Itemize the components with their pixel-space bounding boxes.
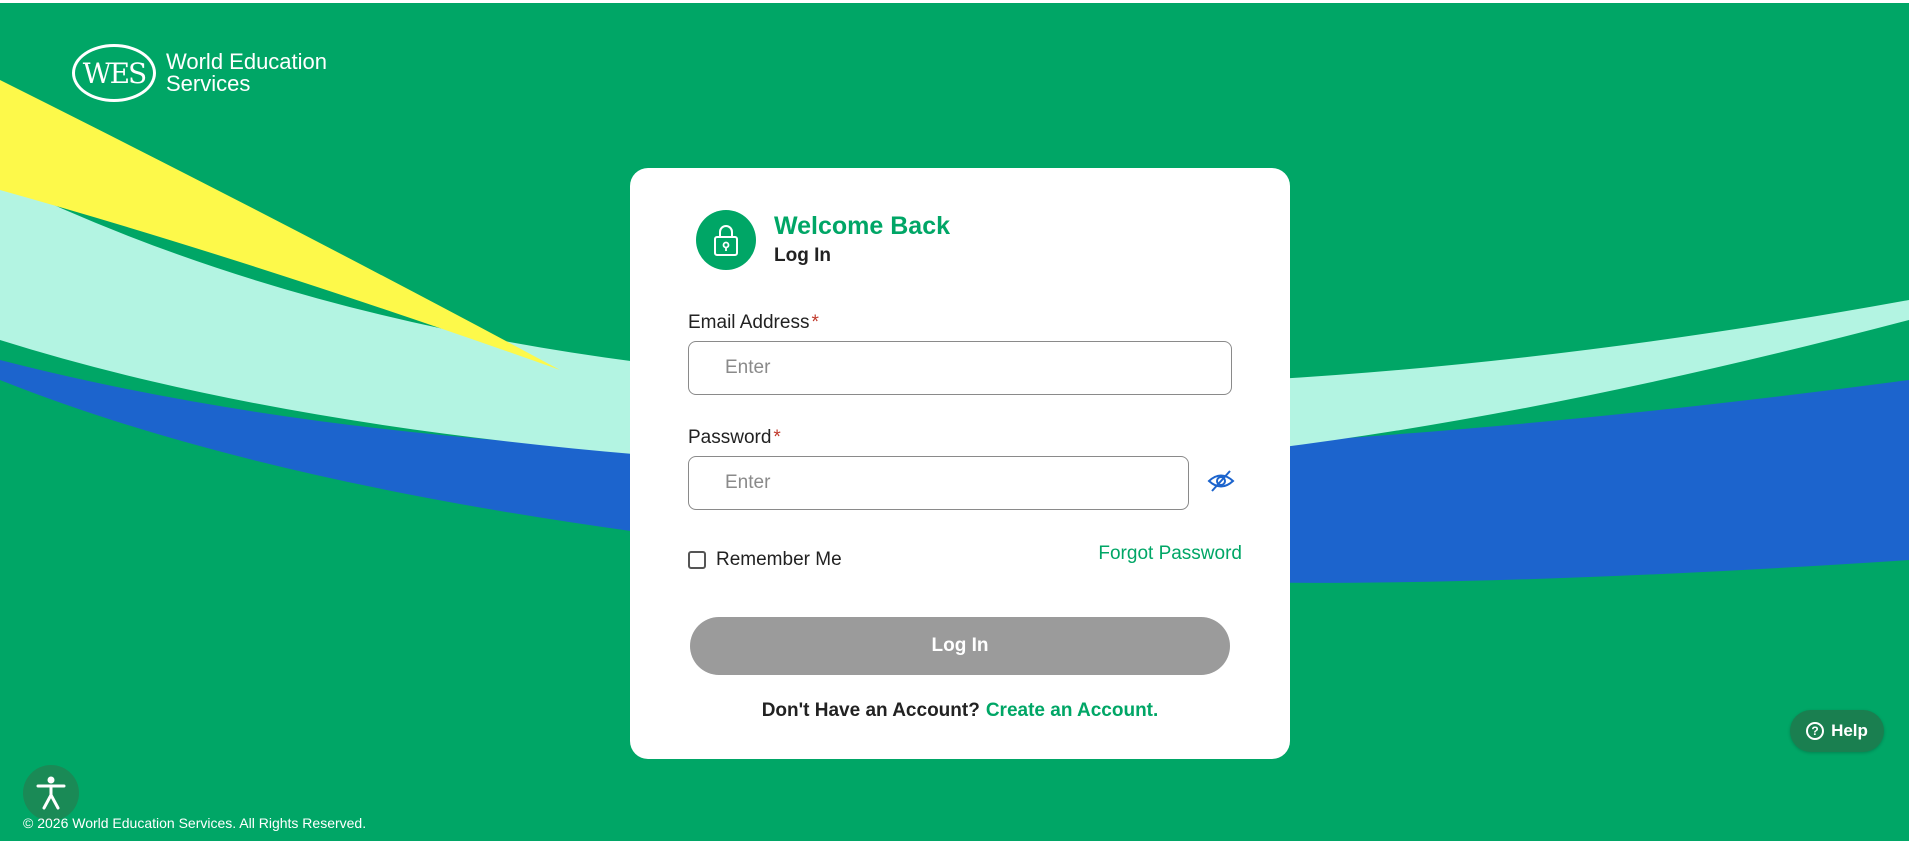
email-required-mark: * [811,312,819,333]
accessibility-icon [36,776,66,810]
accessibility-button[interactable] [23,765,79,821]
wes-logo-mark: WES [72,44,156,102]
password-required-mark: * [773,427,781,448]
brand-name: World Education Services [166,51,327,95]
forgot-password-link[interactable]: Forgot Password [1098,543,1242,565]
question-icon: ? [1806,722,1825,740]
help-button[interactable]: ? Help [1790,710,1884,752]
remember-me[interactable]: Remember Me [688,549,842,571]
password-field[interactable] [688,456,1189,510]
brand-name-line1: World Education [166,49,328,74]
email-field[interactable] [688,341,1232,395]
email-label-text: Email Address [688,312,810,333]
welcome-title: Welcome Back [774,212,951,240]
login-button[interactable]: Log In [690,617,1230,675]
signup-prompt: Don't Have an Account? Create an Account. [630,700,1290,722]
eye-slash-icon[interactable] [1206,466,1236,496]
password-label: Password * [688,427,781,449]
brand-name-line2: Services [166,71,251,96]
login-card: Welcome Back Log In Email Address* Passw… [630,168,1290,759]
lock-icon [714,225,738,256]
remember-me-checkbox[interactable] [688,551,706,569]
email-label: Email Address * [688,312,819,334]
brand-logo[interactable]: WES World Education Services [72,44,327,102]
remember-me-label[interactable]: Remember Me [716,549,842,571]
create-account-link[interactable]: Create an Account. [986,700,1158,721]
signup-question: Don't Have an Account? [761,700,980,721]
lock-badge [696,210,756,270]
help-label: Help [1831,721,1868,740]
password-label-text: Password [688,427,772,448]
copyright-footer: © 2026 World Education Services. All Rig… [23,815,367,831]
login-subtitle: Log In [774,245,831,266]
